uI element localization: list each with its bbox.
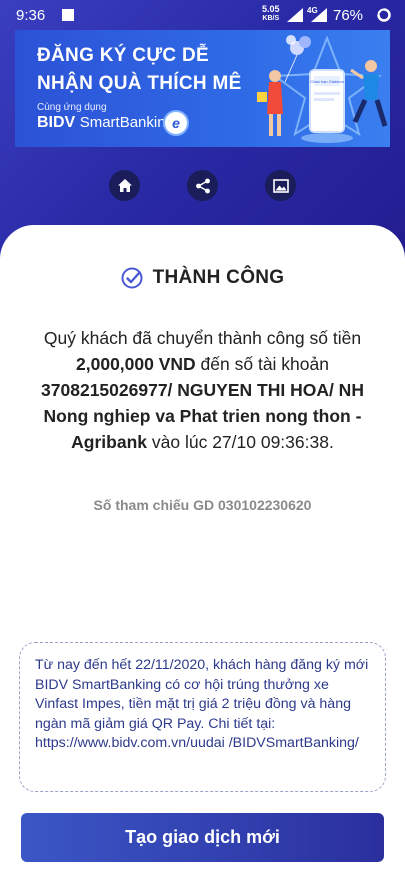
message-text-3: vào lúc 27/10 09:36:38. [147, 432, 334, 452]
battery-icon [377, 8, 391, 22]
success-header: THÀNH CÔNG [0, 264, 405, 292]
battery-percentage: 76% [333, 7, 364, 24]
transfer-amount: 2,000,000 VND [76, 354, 196, 374]
network-speed-value: 5.05 [262, 4, 280, 14]
network-speed-unit: KB/S [262, 15, 280, 22]
status-title: THÀNH CÔNG [152, 267, 285, 288]
banner-brand-bold: BIDV [37, 114, 76, 131]
network-speed: 5.05 KB/S [262, 5, 280, 23]
promo-notice: Từ nay đến hết 22/11/2020, khách hàng đă… [19, 642, 386, 792]
notification-icon [62, 9, 74, 21]
reference-number: Số tham chiếu GD 030102230620 [93, 497, 312, 513]
smartbanking-logo-icon: e [163, 110, 189, 136]
message-text-2: đến số tài khoản [195, 354, 329, 374]
share-icon [195, 178, 210, 193]
new-transaction-button[interactable]: Tạo giao dịch mới [21, 813, 384, 862]
banner-headline-1: ĐĂNG KÝ CỰC DỄ [37, 45, 209, 66]
save-image-button[interactable] [265, 170, 296, 201]
signal-icon-2 [311, 8, 327, 22]
status-time: 9:36 [16, 7, 46, 24]
banner-brand-light: SmartBanking [79, 114, 174, 131]
banner-headline-2: NHẬN QUÀ THÍCH MÊ [37, 73, 242, 94]
status-bar: 9:36 5.05 KB/S 4G 76% [0, 0, 405, 30]
promo-text: Từ nay đến hết 22/11/2020, khách hàng đă… [35, 657, 369, 751]
check-circle-icon [121, 267, 143, 289]
image-icon [272, 178, 289, 193]
banner-brand: BIDV SmartBanking [37, 114, 174, 132]
banner-illustration: Chào bạn Giakhoa [257, 35, 388, 143]
signal-icon [287, 8, 303, 22]
result-card: THÀNH CÔNG Quý khách đã chuyển thành côn… [0, 225, 405, 878]
transfer-message: Quý khách đã chuyển thành công số tiền 2… [30, 325, 375, 455]
banner-subtitle: Cùng ứng dụng [37, 102, 107, 113]
banner-phone-label: Chào bạn Giakhoa [310, 79, 344, 84]
action-bar [0, 170, 405, 204]
message-text-1: Quý khách đã chuyển thành công số tiền [43, 328, 362, 348]
home-button[interactable] [109, 170, 140, 201]
share-button[interactable] [187, 170, 218, 201]
promo-banner[interactable]: ĐĂNG KÝ CỰC DỄ NHẬN QUÀ THÍCH MÊ Cùng ứn… [15, 30, 390, 147]
home-icon [117, 179, 132, 192]
